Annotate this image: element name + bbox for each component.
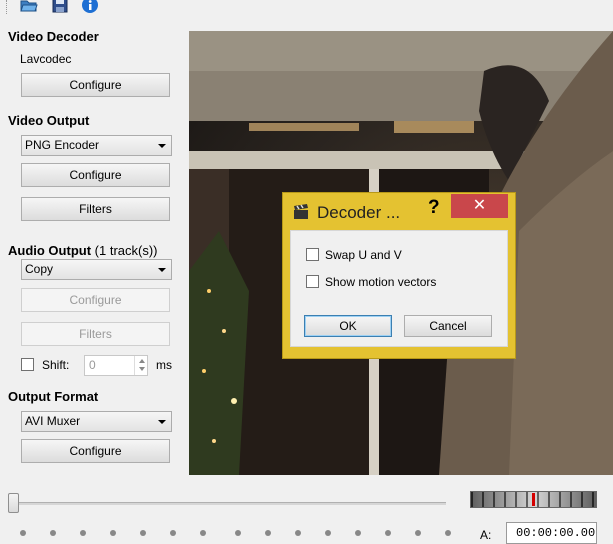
transport-button[interactable] [170,530,176,536]
transport-button[interactable] [265,530,271,536]
audio-output-filters-button[interactable]: Filters [21,322,170,346]
shift-unit: ms [156,358,172,372]
transport-button[interactable] [110,530,116,536]
jog-shuttle[interactable] [470,491,597,508]
shift-label: Shift: [42,358,70,372]
output-format-title: Output Format [8,389,99,404]
show-motion-vectors-checkbox[interactable] [306,275,319,288]
show-motion-vectors-label: Show motion vectors [325,275,437,289]
shift-spinbox[interactable]: 0 [84,355,148,376]
video-decoder-title: Video Decoder [8,29,99,44]
marker-a-time-field[interactable]: 00:00:00.00 [506,522,597,544]
chevron-down-icon [158,144,166,148]
video-output-selected: PNG Encoder [25,138,100,152]
output-format-selected: AVI Muxer [25,414,81,428]
save-icon[interactable] [51,0,69,13]
video-output-title: Video Output [8,113,90,128]
spin-down-icon[interactable] [139,367,145,371]
transport-button[interactable] [385,530,391,536]
dialog-body: Swap U and V Show motion vectors OK Canc… [290,230,508,347]
close-icon[interactable]: ✕ [451,194,508,218]
info-icon[interactable] [81,0,99,13]
toolbar-separator [6,0,9,14]
help-icon[interactable]: ? [428,197,440,219]
dialog-title: Decoder ... [317,203,401,222]
transport-button[interactable] [200,530,206,536]
marker-a-label: A: [480,528,492,542]
audio-output-configure-button[interactable]: Configure [21,288,170,312]
transport-button[interactable] [20,530,26,536]
transport-button[interactable] [235,530,241,536]
timeline-slider-thumb[interactable] [8,493,19,513]
clapperboard-icon [294,204,308,219]
toolbar [0,0,613,16]
shift-checkbox[interactable] [21,358,34,371]
shift-value: 0 [89,358,96,372]
transport-button[interactable] [50,530,56,536]
audio-output-title-text: Audio Output [8,243,92,258]
transport-button[interactable] [415,530,421,536]
chevron-down-icon [158,420,166,424]
audio-output-tracks: (1 track(s)) [94,243,158,258]
timeline-slider-track[interactable] [16,502,446,505]
transport-button[interactable] [295,530,301,536]
audio-output-title: Audio Output (1 track(s)) [8,243,158,258]
video-output-configure-button[interactable]: Configure [21,163,170,187]
transport-button[interactable] [355,530,361,536]
spin-up-icon[interactable] [139,359,145,363]
video-output-filters-button[interactable]: Filters [21,197,170,221]
cancel-button[interactable]: Cancel [404,315,492,337]
audio-output-selected: Copy [25,262,54,276]
output-format-configure-button[interactable]: Configure [21,439,170,463]
ok-button[interactable]: OK [304,315,392,337]
open-folder-icon[interactable] [20,0,38,13]
video-output-select[interactable]: PNG Encoder [21,135,172,156]
chevron-down-icon [158,268,166,272]
transport-button[interactable] [445,530,451,536]
transport-button[interactable] [140,530,146,536]
jog-marker [532,493,535,506]
video-decoder-configure-button[interactable]: Configure [21,73,170,97]
video-decoder-codec: Lavcodec [20,52,72,66]
output-format-select[interactable]: AVI Muxer [21,411,172,432]
swap-uv-checkbox[interactable] [306,248,319,261]
audio-output-select[interactable]: Copy [21,259,172,280]
transport-button[interactable] [80,530,86,536]
transport-button[interactable] [325,530,331,536]
decoder-dialog: Decoder ... ? ✕ Swap U and V Show motion… [282,192,516,359]
swap-uv-label: Swap U and V [325,248,402,262]
